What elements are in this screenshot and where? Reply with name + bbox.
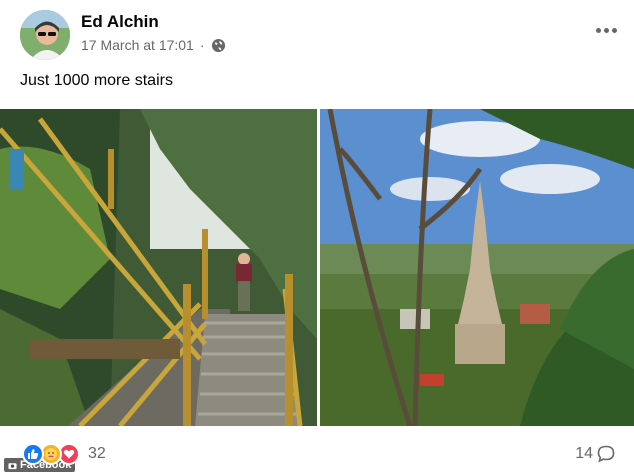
reaction-count[interactable]: 32 [88,445,106,463]
author-avatar[interactable] [20,10,70,60]
camera-icon [8,462,17,469]
meta-separator: · [199,37,205,53]
post-footer: 32 14 Facebook [0,436,634,473]
post-timestamp[interactable]: 17 March at 17:01 [81,37,194,53]
post-caption: Just 1000 more stairs [20,72,173,89]
like-icon [22,443,44,465]
comment-count-button[interactable]: 14 [575,444,616,464]
globe-icon [211,38,225,52]
author-name[interactable]: Ed Alchin [81,12,159,32]
reaction-summary[interactable]: 32 [22,443,106,465]
avatar-image [20,10,70,60]
comment-icon [597,445,615,463]
comment-count: 14 [575,445,593,462]
stairs-image [0,109,317,426]
photo-grid [0,109,634,426]
more-options-icon[interactable] [592,20,620,40]
photo-stairs[interactable] [0,109,317,426]
temple-view-image [320,109,634,426]
post-meta: 17 March at 17:01 · [81,37,226,53]
photo-temple-view[interactable] [320,109,634,426]
post-header: Ed Alchin 17 March at 17:01 · [20,10,620,62]
